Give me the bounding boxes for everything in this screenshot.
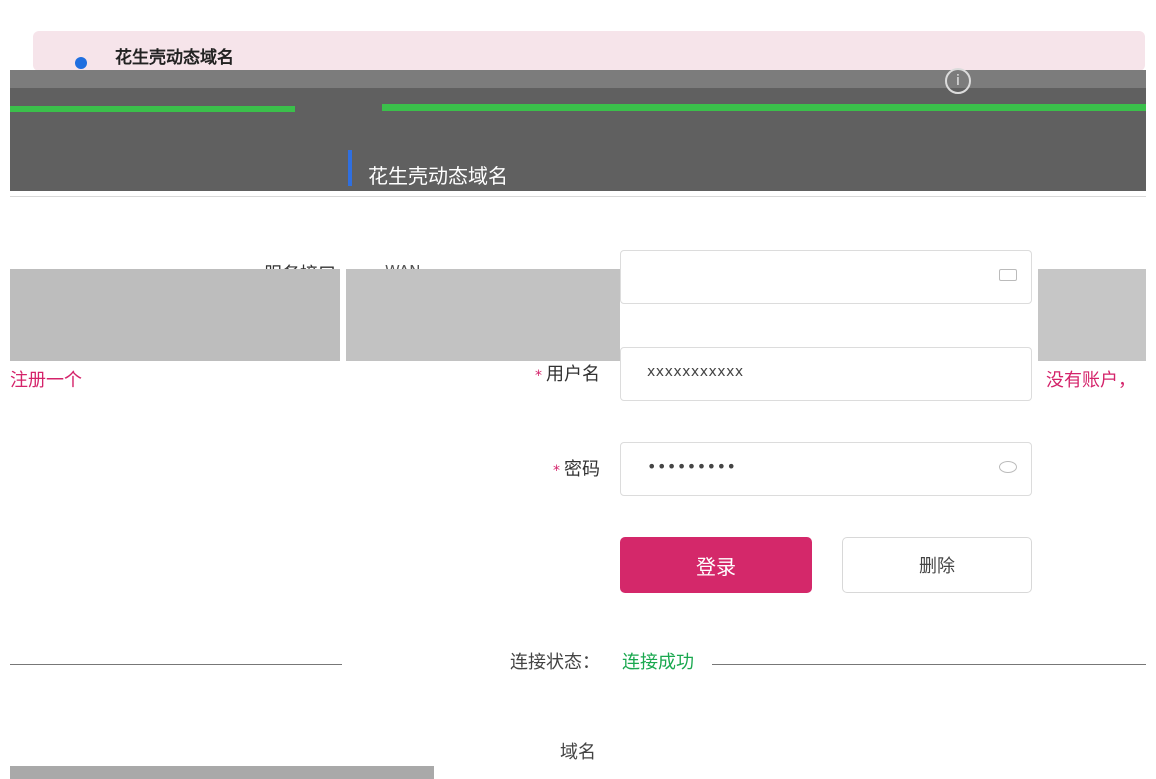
banner-strip (10, 70, 1146, 90)
service-dot-icon (75, 57, 87, 69)
username-label-text: 用户名 (546, 364, 600, 385)
overlay-block (1038, 269, 1146, 361)
overlay-block (10, 766, 434, 779)
section-marker (348, 150, 352, 186)
password-value: ••••••••• (647, 457, 737, 476)
register-link[interactable]: 注册一个 (10, 366, 82, 392)
status-rule-left (10, 664, 342, 665)
domain-label: 域名 (560, 742, 596, 763)
password-label: * 密码 (460, 455, 600, 481)
eye-icon[interactable] (999, 461, 1017, 473)
status-value: 连接成功 (622, 652, 694, 673)
divider (10, 196, 1146, 197)
banner-accent-left (10, 106, 295, 112)
banner-accent-right (382, 104, 1146, 111)
required-mark: * (535, 368, 542, 384)
username-field[interactable]: xxxxxxxxxxx (620, 347, 1032, 401)
app-header-card: 花生壳动态域名 (33, 31, 1145, 71)
help-icon[interactable]: i (945, 68, 971, 94)
delete-button[interactable]: 删除 (842, 537, 1032, 593)
service-select[interactable] (620, 250, 1032, 304)
username-value: xxxxxxxxxxx (647, 364, 744, 380)
username-label: * 用户名 (460, 360, 600, 386)
required-mark: * (553, 463, 560, 479)
no-account-link[interactable]: 没有账户， (1046, 366, 1136, 392)
status-label: 连接状态： (510, 652, 600, 673)
password-field[interactable]: ••••••••• (620, 442, 1032, 496)
overlay-block (346, 269, 620, 361)
card-title: 花生壳动态域名 (115, 48, 234, 68)
password-label-text: 密码 (564, 459, 600, 480)
overlay-block (10, 269, 340, 361)
section-title: 花生壳动态域名 (368, 164, 508, 188)
status-rule-right (712, 664, 1146, 665)
dropdown-icon[interactable] (999, 269, 1017, 281)
login-button[interactable]: 登录 (620, 537, 812, 593)
